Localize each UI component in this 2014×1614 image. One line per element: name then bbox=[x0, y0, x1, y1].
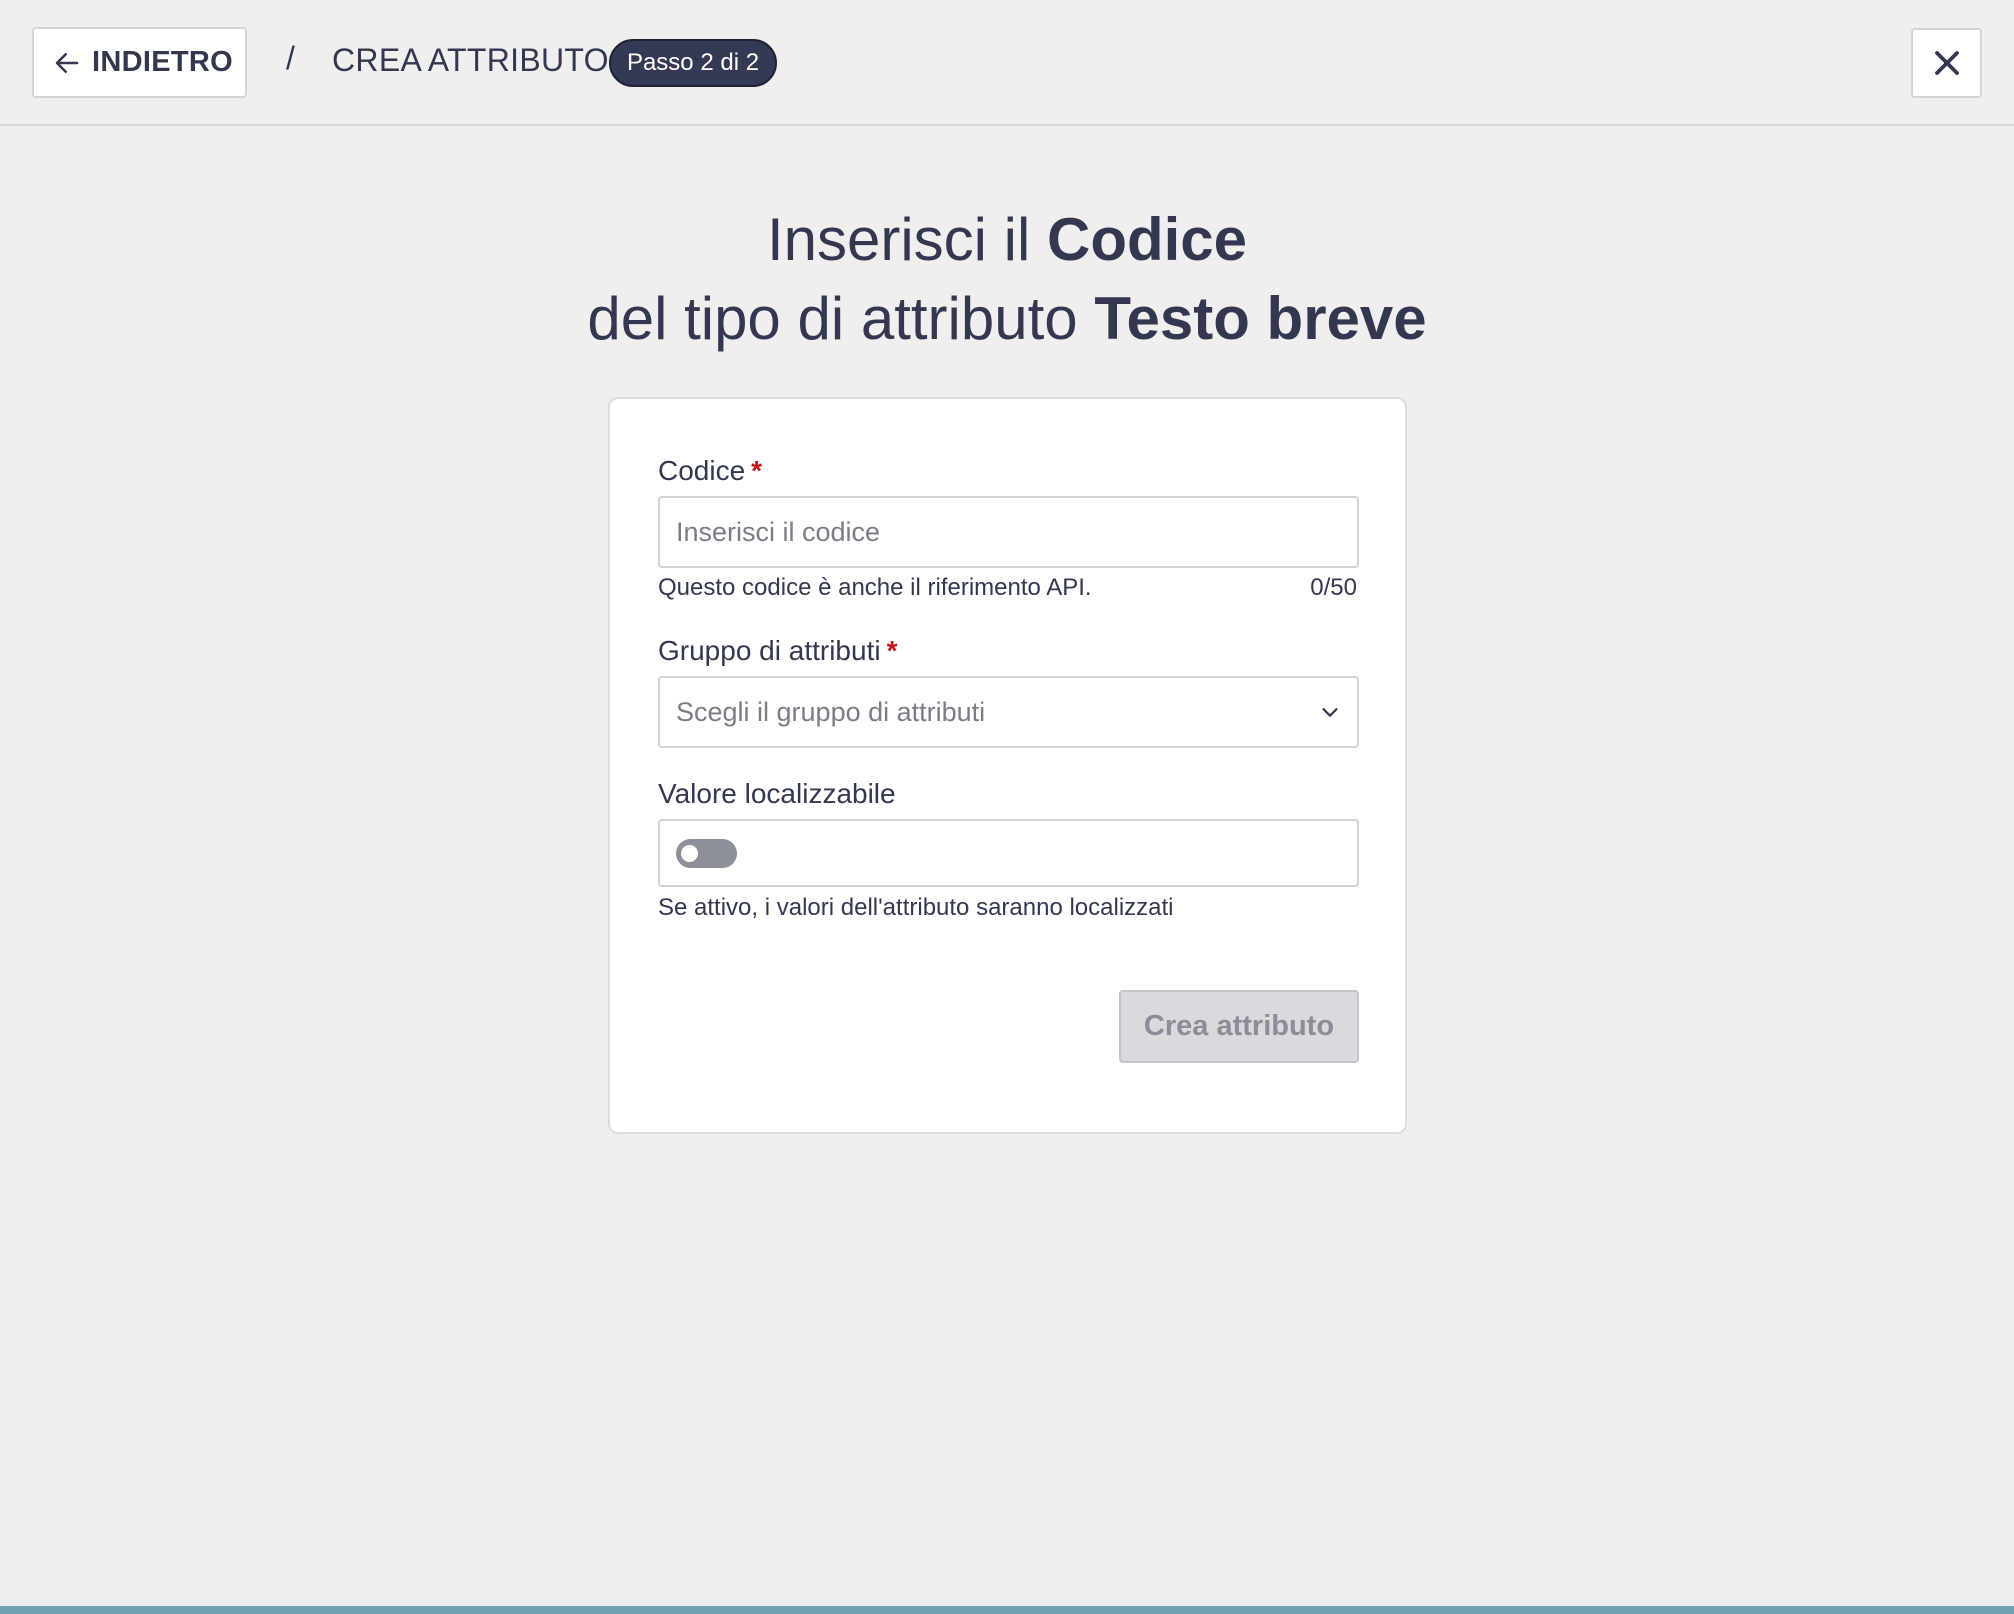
window-bottom-edge bbox=[0, 1606, 2014, 1614]
localizable-toggle[interactable] bbox=[676, 839, 737, 868]
group-label: Gruppo di attributi * bbox=[658, 635, 897, 667]
localizable-toggle-container bbox=[658, 819, 1359, 887]
create-attribute-button[interactable]: Crea attributo bbox=[1119, 990, 1359, 1063]
heading-line-2-text: del tipo di attributo bbox=[587, 285, 1095, 352]
code-label: Codice * bbox=[658, 455, 762, 487]
back-button-label: INDIETRO bbox=[92, 46, 233, 78]
close-button[interactable] bbox=[1911, 28, 1982, 98]
heading-line-1: Inserisci il Codice bbox=[0, 200, 2014, 279]
close-icon bbox=[1934, 51, 1959, 75]
group-required-mark: * bbox=[886, 635, 898, 666]
code-required-mark: * bbox=[751, 455, 763, 486]
heading-line-2-bold: Testo breve bbox=[1094, 285, 1427, 352]
page-heading: Inserisci il Codice del tipo di attribut… bbox=[0, 200, 2014, 358]
attribute-group-select[interactable]: Scegli il gruppo di attributi bbox=[658, 676, 1359, 748]
group-label-text: Gruppo di attributi bbox=[658, 635, 881, 666]
code-input[interactable] bbox=[658, 496, 1359, 568]
page-title: CREA ATTRIBUTO bbox=[332, 42, 609, 78]
page-header: INDIETRO / CREA ATTRIBUTO Passo 2 di 2 bbox=[0, 0, 2014, 126]
toggle-knob bbox=[681, 845, 698, 862]
chevron-down-icon bbox=[1322, 708, 1338, 717]
code-helper-text: Questo codice è anche il riferimento API… bbox=[658, 574, 1092, 601]
form-card: Codice* Questo codice è anche il riferim… bbox=[608, 397, 1407, 1134]
step-badge: Passo 2 di 2 bbox=[609, 39, 777, 87]
heading-line-2: del tipo di attributo Testo breve bbox=[0, 279, 2014, 358]
heading-line-1-bold: Codice bbox=[1047, 206, 1248, 273]
back-button[interactable]: INDIETRO bbox=[32, 27, 247, 98]
attribute-group-placeholder: Scegli il gruppo di attributi bbox=[676, 696, 986, 727]
code-char-counter: 0/50 bbox=[1310, 574, 1357, 601]
code-label-text: Codice bbox=[658, 455, 746, 486]
heading-line-1-text: Inserisci il bbox=[766, 206, 1047, 273]
localizable-helper-text: Se attivo, i valori dell'attributo saran… bbox=[658, 894, 1174, 921]
breadcrumb-separator: / bbox=[286, 40, 295, 76]
localizable-label: Valore localizzabile bbox=[658, 778, 896, 810]
localizable-label-text: Valore localizzabile bbox=[658, 778, 896, 809]
arrow-left-icon bbox=[55, 52, 79, 73]
